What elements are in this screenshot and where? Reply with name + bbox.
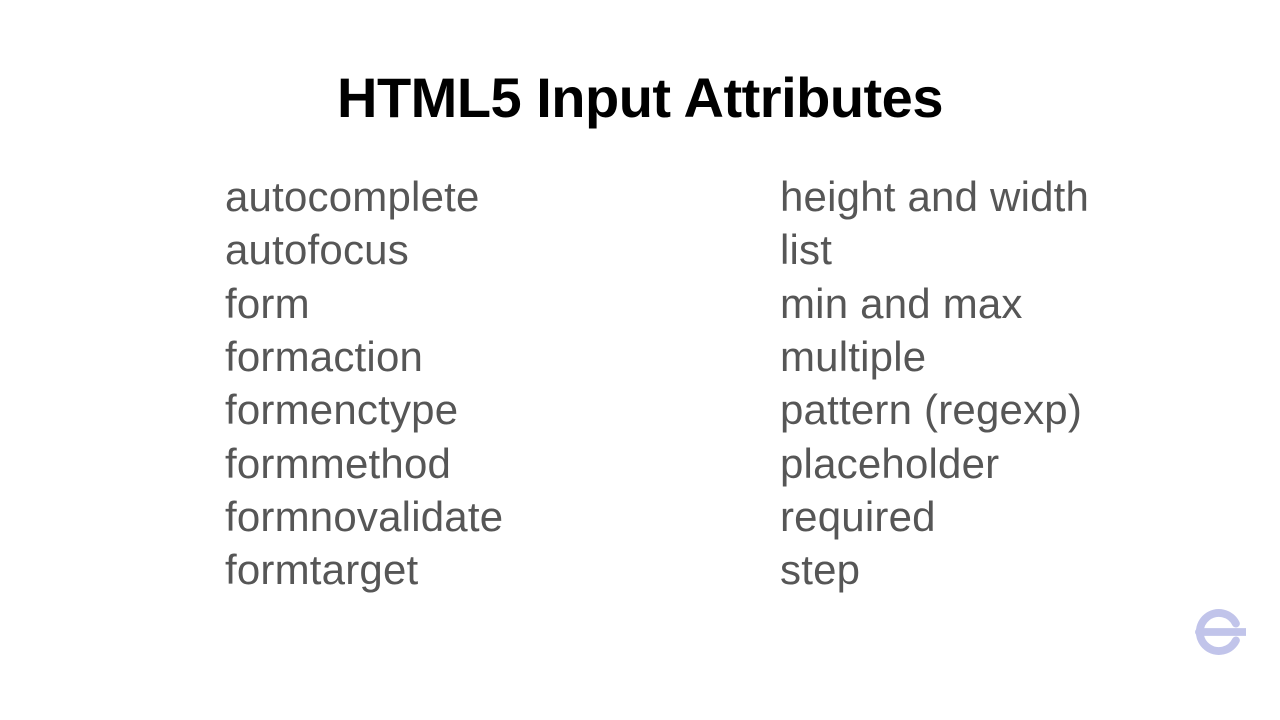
list-item: pattern (regexp) [780,383,1280,436]
list-item: placeholder [780,437,1280,490]
list-item: height and width [780,170,1280,223]
columns-container: autocomplete autofocus form formaction f… [0,170,1280,597]
slide-title: HTML5 Input Attributes [0,65,1280,130]
list-item: form [225,277,780,330]
list-item: autocomplete [225,170,780,223]
list-item: formtarget [225,543,780,596]
list-item: list [780,223,1280,276]
list-item: min and max [780,277,1280,330]
slide-container: HTML5 Input Attributes autocomplete auto… [0,0,1280,720]
list-item: formenctype [225,383,780,436]
list-item: formaction [225,330,780,383]
list-item: formmethod [225,437,780,490]
brand-logo-icon [1190,604,1246,660]
list-item: step [780,543,1280,596]
list-item: required [780,490,1280,543]
list-item: autofocus [225,223,780,276]
list-item: multiple [780,330,1280,383]
column-right: height and width list min and max multip… [780,170,1280,597]
column-left: autocomplete autofocus form formaction f… [225,170,780,597]
list-item: formnovalidate [225,490,780,543]
